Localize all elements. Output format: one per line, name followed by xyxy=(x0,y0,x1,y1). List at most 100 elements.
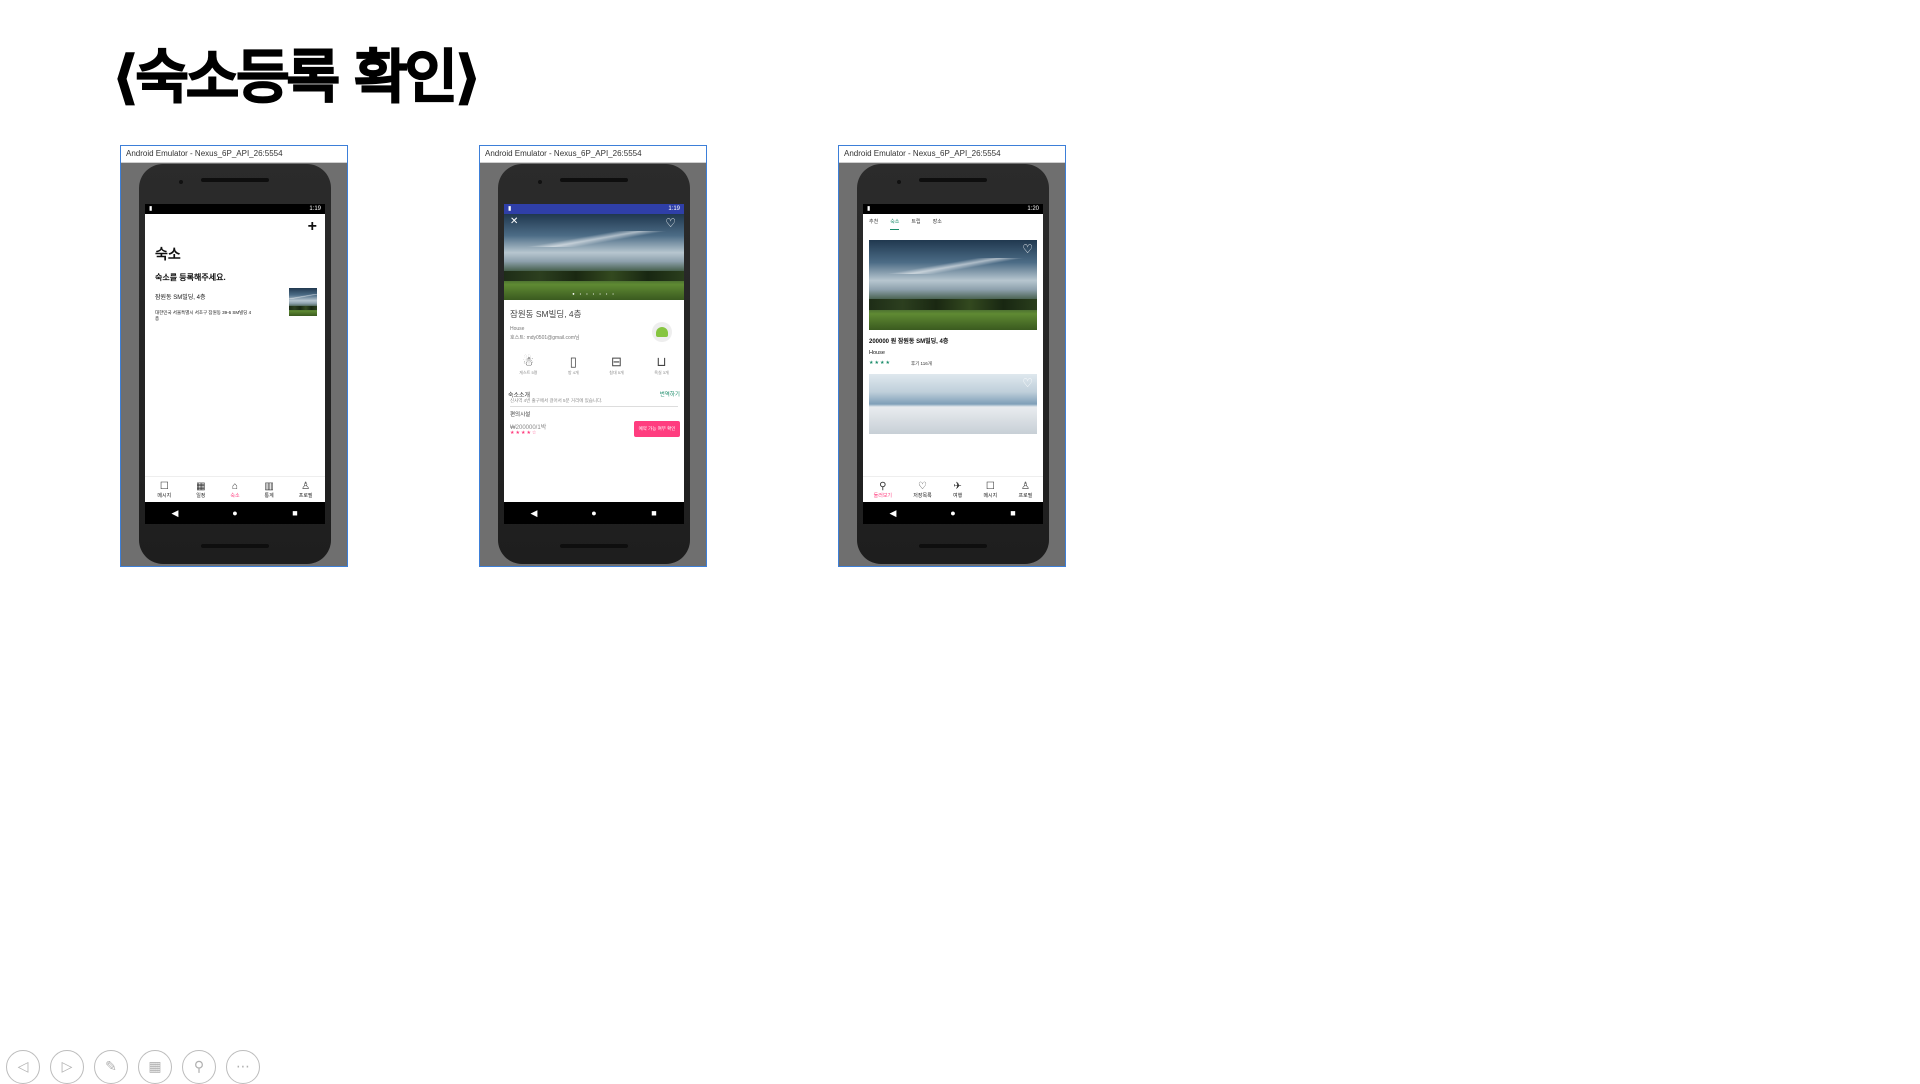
chart-icon: ▥ xyxy=(264,481,274,492)
divider xyxy=(510,406,678,407)
tab-stats[interactable]: ▥ 통계 xyxy=(264,481,273,499)
add-listing-button[interactable]: + xyxy=(308,218,317,236)
home-button[interactable]: ● xyxy=(933,508,973,518)
tab-saved[interactable]: ♡ 저장목록 xyxy=(913,481,931,499)
amenity-baths: ⊔ 욕실 3개 xyxy=(654,354,669,375)
listing-title: 잠원동 SM빌딩, 4층 xyxy=(510,309,582,319)
tab-trips[interactable]: ✈ 여행 xyxy=(953,481,962,499)
host-email: 호스트: mdy0501@gmail.com님 xyxy=(510,335,580,341)
android-nav-bar: ◀ ● ■ xyxy=(863,502,1043,524)
emulator-title: Android Emulator - Nexus_6P_API_26:5554 xyxy=(480,146,706,163)
photo-page-dots: ● • • • • • • xyxy=(572,291,616,296)
status-bar: ▮ 1:20 xyxy=(863,204,1043,214)
emulator-window-2: Android Emulator - Nexus_6P_API_26:5554 … xyxy=(479,145,707,567)
emulator-window-3: Android Emulator - Nexus_6P_API_26:5554 … xyxy=(838,145,1066,567)
recents-button[interactable]: ■ xyxy=(634,508,674,518)
amenity-guests: ☃ 게스트 5명 xyxy=(519,354,538,375)
next-slide-button[interactable]: ▷ xyxy=(50,1050,84,1084)
recents-button[interactable]: ■ xyxy=(275,508,315,518)
tab-trip[interactable]: 트립 xyxy=(911,218,920,230)
tab-recommend[interactable]: 추천 xyxy=(869,218,878,230)
translate-link[interactable]: 번역하기 xyxy=(660,390,680,398)
phone-screen-listing-detail: ▮ 1:19 ● • • • • • • ✕ ♡ 잠원동 SM빌딩, 4층 Hou… xyxy=(504,204,684,524)
phone-screen-host-listing: ▮ 1:19 + 숙소 숙소를 등록해주세요. 잠원동 SM빌딩, 4층 대한민국… xyxy=(145,204,325,524)
phone-speaker-bottom xyxy=(560,544,628,548)
listing-type: House xyxy=(869,350,885,356)
airplane-icon: ✈ xyxy=(953,481,962,492)
tab-profile[interactable]: ♙ 프로필 xyxy=(299,481,313,499)
bottom-tab-bar: ⚲ 둘러보기 ♡ 저장목록 ✈ 여행 ☐ 메시지 ♙ 프로필 xyxy=(863,476,1043,503)
zoom-button[interactable]: ⚲ xyxy=(182,1050,216,1084)
listing-thumbnail[interactable] xyxy=(289,288,317,316)
see-all-slides-button[interactable]: ▦ xyxy=(138,1050,172,1084)
bottom-tab-bar: ☐ 메시지 ▦ 일정 ⌂ 숙소 ▥ 통계 ♙ 프로필 xyxy=(145,476,325,503)
home-icon: ⌂ xyxy=(231,481,238,492)
previous-slide-button[interactable]: ◁ xyxy=(6,1050,40,1084)
pen-button[interactable]: ✎ xyxy=(94,1050,128,1084)
heart-icon[interactable]: ♡ xyxy=(665,216,676,230)
heart-icon: ♡ xyxy=(918,481,927,492)
rating-stars: ★★★★ xyxy=(869,360,891,366)
home-button[interactable]: ● xyxy=(215,508,255,518)
presentation-toolbar: ◁ ▷ ✎ ▦ ⚲ ⋯ xyxy=(6,1050,260,1084)
listing-address: 대한민국 서울특별시 서초구 잠원동 39-6 SM빌딩 4층 xyxy=(155,310,252,321)
phone-speaker xyxy=(560,178,628,182)
intro-description: 신사역 4번 출구에서 걸어서 5분 거리에 있습니다. xyxy=(510,398,603,403)
phone-camera xyxy=(179,180,183,184)
recents-button[interactable]: ■ xyxy=(993,508,1033,518)
bathtub-icon: ⊔ xyxy=(656,354,667,369)
tab-place[interactable]: 장소 xyxy=(933,218,942,230)
page-subtitle: 숙소를 등록해주세요. xyxy=(155,273,226,282)
tab-listing[interactable]: ⌂ 숙소 xyxy=(230,481,239,499)
listing-photo-2[interactable]: ♡ xyxy=(869,374,1037,434)
back-button[interactable]: ◀ xyxy=(155,508,195,519)
page-title: 숙소 xyxy=(155,246,181,262)
phone-screen-guest-browse: ▮ 1:20 추천 숙소 트립 장소 ♡ 200000 원 잠원동 SM빌딩, 4… xyxy=(863,204,1043,524)
phone-frame: ▮ 1:19 ● • • • • • • ✕ ♡ 잠원동 SM빌딩, 4층 Hou… xyxy=(498,164,690,564)
close-icon[interactable]: ✕ xyxy=(510,216,518,227)
tab-explore[interactable]: ⚲ 둘러보기 xyxy=(874,481,892,499)
avatar[interactable] xyxy=(652,322,672,342)
phone-frame: ▮ 1:20 추천 숙소 트립 장소 ♡ 200000 원 잠원동 SM빌딩, 4… xyxy=(857,164,1049,564)
amenity-rooms: ▯ 방 4개 xyxy=(567,354,579,375)
rating-stars: ★★★★☆ xyxy=(510,430,538,436)
bed-icon: ⊟ xyxy=(611,354,622,369)
search-icon: ⚲ xyxy=(879,481,887,492)
message-icon: ☐ xyxy=(985,481,995,492)
check-availability-button[interactable]: 예약 가능 여부 확인 xyxy=(634,421,680,437)
tab-profile[interactable]: ♙ 프로필 xyxy=(1019,481,1033,499)
back-button[interactable]: ◀ xyxy=(514,508,554,519)
heart-icon[interactable]: ♡ xyxy=(1022,242,1033,256)
android-nav-bar: ◀ ● ■ xyxy=(145,502,325,524)
phone-speaker xyxy=(919,178,987,182)
listing-price-title[interactable]: 200000 원 잠원동 SM빌딩, 4층 xyxy=(869,336,948,345)
heart-icon[interactable]: ♡ xyxy=(1022,376,1033,390)
phone-speaker-bottom xyxy=(201,544,269,548)
emulator-window-1: Android Emulator - Nexus_6P_API_26:5554 … xyxy=(120,145,348,567)
phone-camera xyxy=(538,180,542,184)
tab-stay[interactable]: 숙소 xyxy=(890,218,900,230)
status-bar: ▮ 1:19 xyxy=(504,204,684,214)
listing-photo[interactable]: ♡ xyxy=(869,240,1037,330)
slide-title: ⟨숙소등록 확인⟩ xyxy=(111,42,482,112)
back-button[interactable]: ◀ xyxy=(873,508,913,519)
emulator-title: Android Emulator - Nexus_6P_API_26:5554 xyxy=(121,146,347,163)
category-tabs: 추천 숙소 트립 장소 xyxy=(869,218,942,230)
home-button[interactable]: ● xyxy=(574,508,614,518)
listing-name[interactable]: 잠원동 SM빌딩, 4층 xyxy=(155,292,205,301)
person-icon: ♙ xyxy=(1020,481,1030,492)
door-icon: ▯ xyxy=(569,354,577,369)
phone-frame: ▮ 1:19 + 숙소 숙소를 등록해주세요. 잠원동 SM빌딩, 4층 대한민국… xyxy=(139,164,331,564)
tab-messages[interactable]: ☐ 메시지 xyxy=(983,481,997,499)
person-icon: ♙ xyxy=(301,481,311,492)
android-icon xyxy=(656,327,668,337)
amenities-row: ☃ 게스트 5명 ▯ 방 4개 ⊟ 침대 5개 ⊔ 욕실 3개 xyxy=(504,354,684,376)
emulator-title: Android Emulator - Nexus_6P_API_26:5554 xyxy=(839,146,1065,163)
more-options-button[interactable]: ⋯ xyxy=(226,1050,260,1084)
tab-calendar[interactable]: ▦ 일정 xyxy=(196,481,205,499)
android-nav-bar: ◀ ● ■ xyxy=(504,502,684,524)
tab-messages[interactable]: ☐ 메시지 xyxy=(157,481,171,499)
listing-photo[interactable]: ● • • • • • • xyxy=(504,214,684,300)
facilities-title: 편의시설 xyxy=(510,412,531,418)
review-count: 후기 116개 xyxy=(911,361,932,366)
